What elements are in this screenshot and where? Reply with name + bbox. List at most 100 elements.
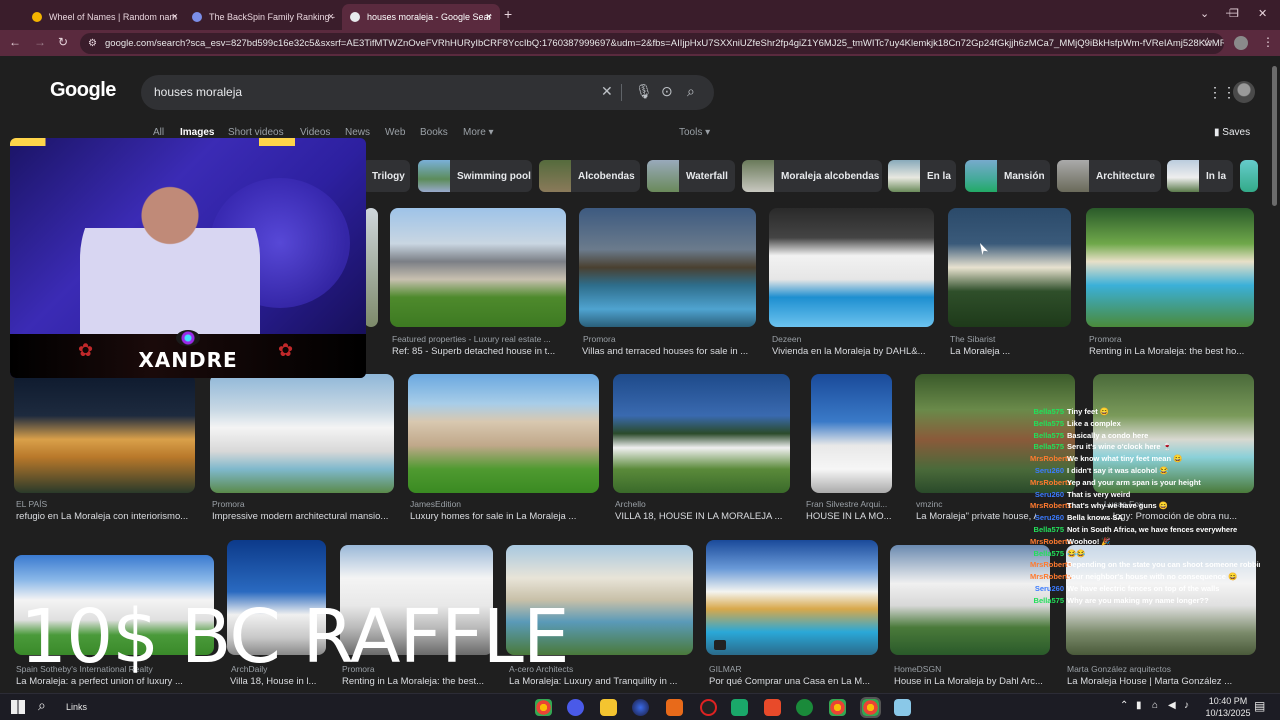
result-source[interactable]: Promora	[583, 334, 753, 344]
tools-button[interactable]: Tools ▾	[679, 127, 710, 138]
windows-start-icon[interactable]	[11, 700, 25, 714]
result-source[interactable]: Promora	[212, 499, 392, 509]
reload-icon[interactable]: ↻	[58, 35, 68, 49]
result-source[interactable]: The Sibarist	[950, 334, 1070, 344]
result-source[interactable]: Fran Silvestre Arqui...	[806, 499, 898, 509]
search-input[interactable]: houses moraleja	[154, 85, 242, 99]
apps-grid-icon[interactable]: ⋮⋮	[1208, 84, 1236, 101]
result-title[interactable]: La Moraleja" private house, Al...	[916, 511, 1036, 522]
chrome-taskbar-icon[interactable]	[829, 699, 846, 716]
nav-web[interactable]: Web	[385, 127, 405, 138]
result-image[interactable]	[613, 374, 790, 493]
result-title[interactable]: Vivienda en la Moraleja by DAHL&...	[772, 346, 932, 357]
links-toolbar-label[interactable]: Links	[66, 702, 87, 712]
chip-en-la[interactable]: En la	[888, 160, 956, 192]
result-title[interactable]: House in La Moraleja by Dahl Arc...	[894, 676, 1054, 687]
result-image[interactable]	[390, 208, 566, 327]
tab-close-icon[interactable]: ×	[486, 11, 492, 23]
result-title[interactable]: La Moraleja ...	[950, 346, 1070, 357]
davinci-resolve-icon[interactable]	[632, 699, 649, 716]
result-source[interactable]: EL PAÍS	[16, 499, 196, 509]
result-image[interactable]	[890, 545, 1050, 655]
result-source[interactable]: vmzinc	[916, 499, 1036, 509]
profile-avatar-icon[interactable]	[1234, 36, 1248, 50]
result-title[interactable]: Ref: 85 - Superb detached house in t...	[392, 346, 564, 357]
back-arrow-icon[interactable]: ←	[9, 35, 21, 49]
volume-tray-icon[interactable]: ◀	[1168, 700, 1176, 711]
result-title[interactable]: Impressive modern architectural mansio..…	[212, 511, 396, 522]
site-info-icon[interactable]: ⚙	[88, 38, 97, 49]
chip-moraleja-alcobendas[interactable]: Moraleja alcobendas	[742, 160, 882, 192]
app-taskbar-icon[interactable]	[796, 699, 813, 716]
lens-search-icon[interactable]: ⊙	[661, 83, 673, 100]
result-title[interactable]: HOUSE IN LA MO...	[806, 511, 898, 522]
result-image[interactable]	[706, 540, 878, 655]
result-title[interactable]: Renting in La Moraleja: the best ho...	[1089, 346, 1254, 357]
chrome-active-taskbar-icon[interactable]	[860, 697, 881, 718]
chip-waterfall[interactable]: Waterfall	[647, 160, 735, 192]
bookmark-star-icon[interactable]: ☆	[1202, 35, 1213, 49]
result-image[interactable]	[948, 208, 1071, 327]
tab-google-search[interactable]: houses moraleja - Google Sear ×	[342, 4, 500, 30]
forward-arrow-icon[interactable]: →	[34, 35, 46, 49]
result-image[interactable]	[1086, 208, 1254, 327]
clock-date[interactable]: 10/13/2025	[1202, 708, 1254, 718]
result-source[interactable]: Dezeen	[772, 334, 932, 344]
result-title[interactable]: Luxury homes for sale in La Moraleja ...	[410, 511, 600, 522]
search-icon[interactable]: ⌕	[687, 83, 695, 100]
tab-search-icon[interactable]: ⌄	[1200, 7, 1209, 20]
tab-close-icon[interactable]: ×	[172, 11, 178, 23]
result-source[interactable]: Featured properties - Luxury real estate…	[392, 334, 562, 344]
nav-more[interactable]: More ▾	[463, 127, 494, 138]
result-source[interactable]: GILMAR	[709, 664, 879, 674]
result-title[interactable]: refugio en La Moraleja con interiorismo.…	[16, 511, 196, 522]
nav-short-videos[interactable]: Short videos	[228, 127, 284, 138]
chrome-taskbar-icon[interactable]	[535, 699, 552, 716]
notifications-icon[interactable]: ▤	[1254, 699, 1265, 713]
voice-search-icon[interactable]: 🎙	[635, 83, 653, 100]
chip-architecture[interactable]: Architecture	[1057, 160, 1161, 192]
address-bar[interactable]: google.com/search?sca_esv=827bd599c16e32…	[80, 33, 1224, 54]
tab-close-icon[interactable]: ×	[328, 11, 334, 23]
result-title[interactable]: Villas and terraced houses for sale in .…	[582, 346, 754, 357]
result-image[interactable]	[811, 374, 892, 493]
google-logo[interactable]: Google	[50, 79, 116, 102]
result-source[interactable]: Marta González arquitectos	[1067, 664, 1257, 674]
result-source[interactable]: HomeDSGN	[894, 664, 1049, 674]
result-source[interactable]: JamesEdition	[410, 499, 595, 509]
result-source[interactable]: Promora	[1089, 334, 1249, 344]
obs-taskbar-icon[interactable]	[700, 699, 717, 716]
speaker-tray-icon[interactable]: ♪	[1184, 700, 1189, 711]
nav-videos[interactable]: Videos	[300, 127, 330, 138]
result-title[interactable]: VILLA 18, HOUSE IN LA MORALEJA ...	[615, 511, 790, 522]
chip-mansion[interactable]: Mansión	[965, 160, 1050, 192]
tray-chevron-icon[interactable]: ⌃	[1120, 700, 1128, 711]
saves-button[interactable]: ▮ Saves	[1214, 127, 1250, 138]
chip-alcobendas[interactable]: Alcobendas	[539, 160, 640, 192]
result-image[interactable]	[408, 374, 599, 493]
account-avatar[interactable]	[1233, 81, 1255, 103]
app-taskbar-icon[interactable]	[731, 699, 748, 716]
result-image[interactable]	[14, 374, 195, 493]
clear-search-icon[interactable]: ✕	[601, 83, 613, 100]
nav-all[interactable]: All	[153, 127, 164, 138]
new-tab-button[interactable]: +	[504, 6, 512, 22]
microphone-tray-icon[interactable]: ▮	[1136, 700, 1142, 711]
result-source[interactable]: Archello	[615, 499, 785, 509]
search-box[interactable]: houses moraleja ✕ 🎙 ⊙ ⌕	[141, 75, 714, 110]
page-scrollbar[interactable]	[1272, 66, 1277, 206]
result-image[interactable]	[769, 208, 934, 327]
chip-in-la[interactable]: In la	[1167, 160, 1233, 192]
close-window-button[interactable]: ✕	[1258, 7, 1267, 20]
result-title[interactable]: Por qué Comprar una Casa en La M...	[709, 676, 879, 687]
result-title[interactable]: La Moraleja House | Marta González ...	[1067, 676, 1257, 687]
chip-trilogy[interactable]: Trilogy	[362, 160, 410, 192]
result-image[interactable]	[579, 208, 756, 327]
network-tray-icon[interactable]: ⌂	[1152, 700, 1158, 711]
tab-wheel-of-names[interactable]: Wheel of Names | Random nam ×	[24, 4, 186, 30]
taskbar-search-icon[interactable]: ⌕	[38, 697, 46, 714]
restore-button[interactable]: ❐	[1229, 7, 1239, 20]
app-taskbar-icon[interactable]	[894, 699, 911, 716]
result-image[interactable]	[210, 374, 394, 493]
tab-backspin-ranking[interactable]: The BackSpin Family Ranking - ×	[184, 4, 342, 30]
